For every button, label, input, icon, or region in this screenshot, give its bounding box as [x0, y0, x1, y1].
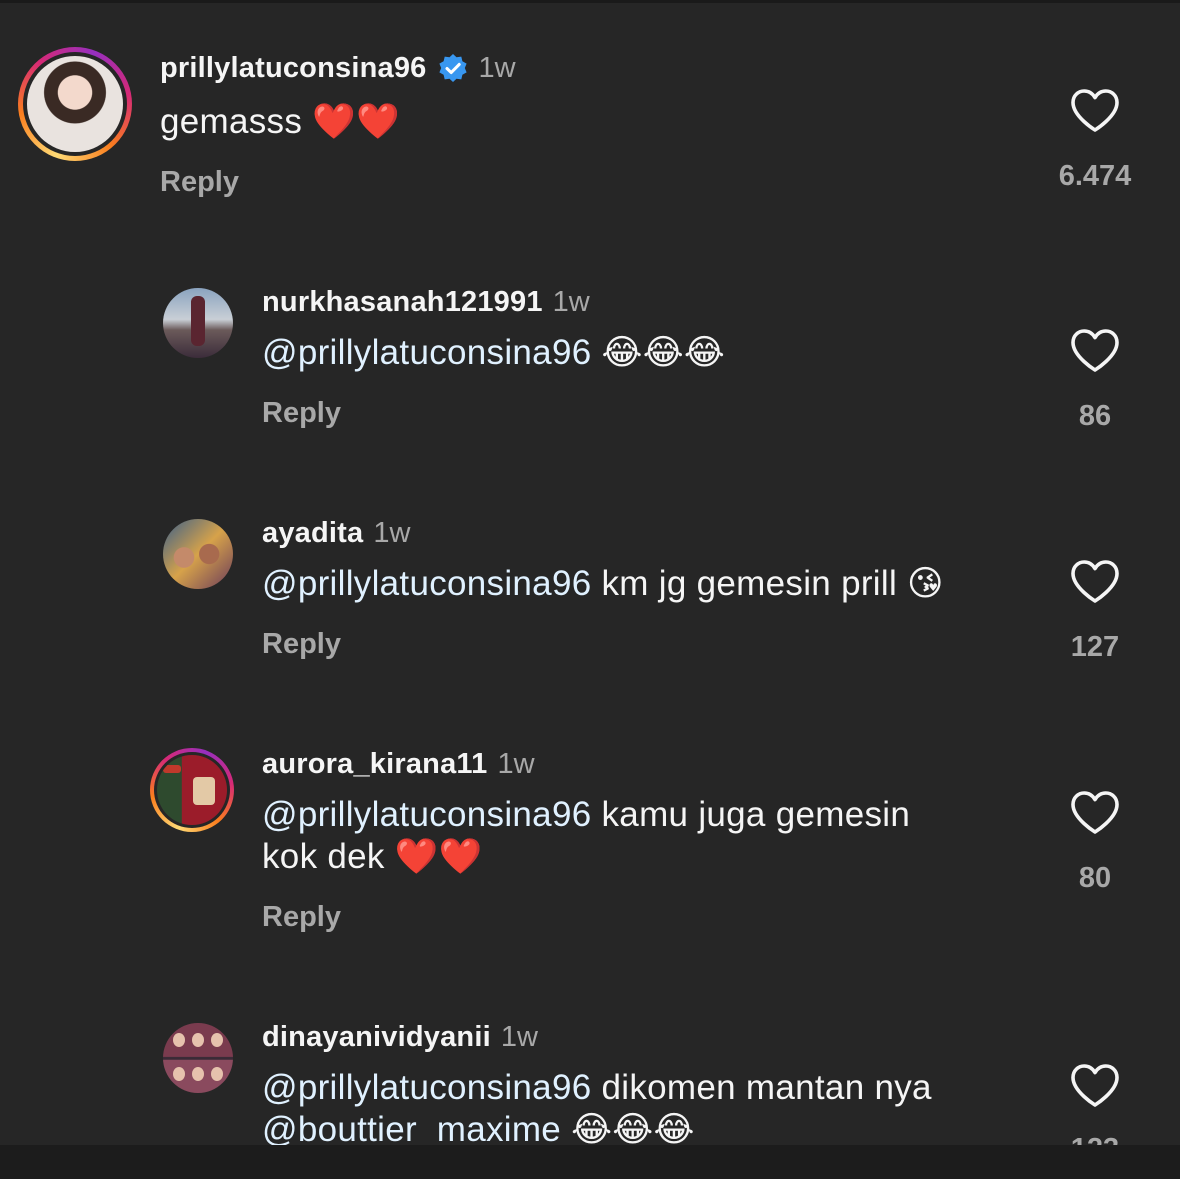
- comment-text: gemasss ❤️❤️: [160, 101, 400, 143]
- comment-text-line: kamu juga gemesin: [591, 795, 911, 834]
- comment-text-line: kok dek ❤️❤️: [262, 837, 483, 876]
- comment-username[interactable]: aurora_kirana11: [262, 748, 487, 781]
- heart-outline-icon[interactable]: [1070, 1063, 1120, 1109]
- heart-outline-icon[interactable]: [1070, 328, 1120, 374]
- reply-button[interactable]: Reply: [160, 166, 239, 199]
- mention-link[interactable]: @prillylatuconsina96: [262, 564, 591, 603]
- heart-outline-icon[interactable]: [1070, 559, 1120, 605]
- like-count: 6.474: [1058, 160, 1132, 192]
- comment-time: 1w: [373, 517, 411, 549]
- avatar[interactable]: [163, 1023, 233, 1093]
- comment-text: @prillylatuconsina96 kamu juga gemesin k…: [262, 794, 910, 878]
- avatar[interactable]: [163, 288, 233, 358]
- heart-outline-icon[interactable]: [1070, 790, 1120, 836]
- avatar[interactable]: [18, 47, 132, 161]
- like-count: 86: [1078, 400, 1112, 432]
- reply-button[interactable]: Reply: [262, 628, 341, 661]
- comment-time: 1w: [478, 52, 516, 84]
- comment-text: @prillylatuconsina96 km jg gemesin prill…: [262, 563, 944, 605]
- comment-time: 1w: [500, 1021, 538, 1053]
- mention-link[interactable]: @prillylatuconsina96: [262, 333, 591, 372]
- heart-outline-icon[interactable]: [1070, 88, 1120, 134]
- comment-text: @prillylatuconsina96 😂😂😂: [262, 332, 725, 374]
- comment-username[interactable]: dinayanividyanii: [262, 1021, 491, 1054]
- verified-badge-icon: [437, 53, 469, 85]
- reply-button[interactable]: Reply: [262, 397, 341, 430]
- comment-time: 1w: [552, 286, 590, 318]
- comment-text: @prillylatuconsina96 dikomen mantan nya …: [262, 1067, 932, 1151]
- top-divider: [0, 0, 1180, 3]
- reply-button[interactable]: Reply: [262, 901, 341, 934]
- comment-text-line: km jg gemesin prill 😘: [591, 564, 944, 603]
- comment-username[interactable]: nurkhasanah121991: [262, 286, 543, 319]
- avatar[interactable]: [150, 748, 234, 832]
- comment-username[interactable]: ayadita: [262, 517, 363, 550]
- like-count: 127: [1070, 631, 1120, 663]
- mention-link[interactable]: @bouttier_maxime: [262, 1110, 561, 1149]
- like-count: 123: [1035, 1133, 1155, 1145]
- mention-link[interactable]: @prillylatuconsina96: [262, 795, 591, 834]
- comment-text-line: 😂😂😂: [591, 333, 726, 372]
- mention-link[interactable]: @prillylatuconsina96: [262, 1068, 591, 1107]
- comment-username[interactable]: prillylatuconsina96: [160, 52, 427, 85]
- comment-text-line: gemasss ❤️❤️: [160, 102, 400, 141]
- comment-text-line: dikomen mantan nya: [591, 1068, 932, 1107]
- bottom-bar: [0, 1145, 1180, 1179]
- comment-time: 1w: [497, 748, 535, 780]
- like-count: 80: [1078, 862, 1112, 894]
- comment-text-line: 😂😂😂: [561, 1110, 695, 1149]
- avatar[interactable]: [163, 519, 233, 589]
